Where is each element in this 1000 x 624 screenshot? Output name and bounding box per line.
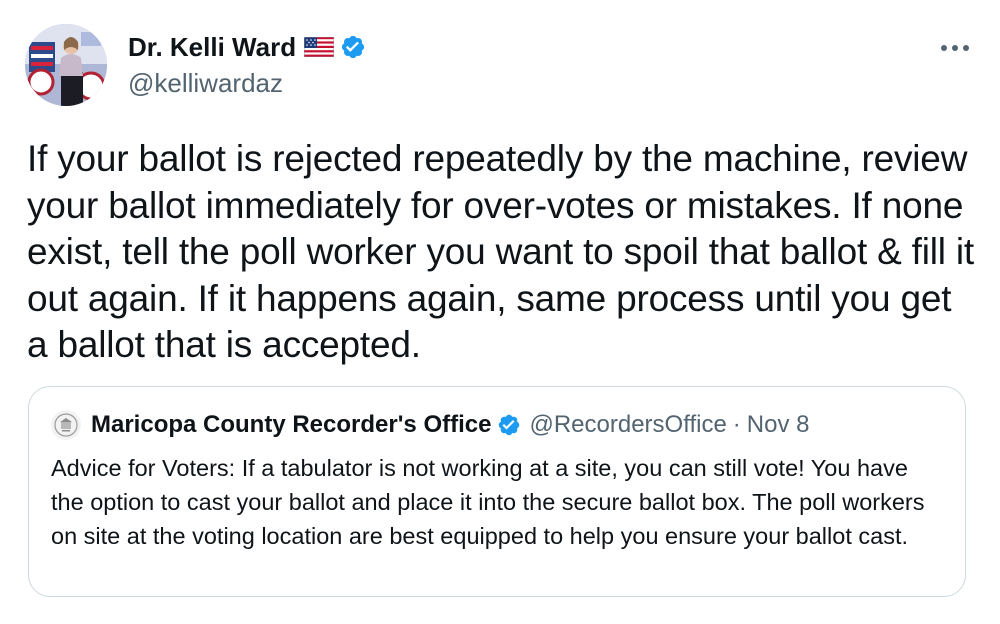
- quoted-author-handle[interactable]: @RecordersOffice: [529, 411, 726, 439]
- author-display-name[interactable]: Dr. Kelli Ward: [128, 30, 296, 64]
- author-info: Dr. Kelli Ward @kelliwardaz: [128, 30, 366, 110]
- quoted-tweet-text: Advice for Voters: If a tabulator is not…: [51, 455, 925, 549]
- quoted-tweet-date[interactable]: Nov 8: [747, 411, 810, 439]
- tweet-card: Dr. Kelli Ward @kelliwardaz If your ball…: [0, 0, 1000, 624]
- quoted-author-name[interactable]: Maricopa County Recorder's Office: [91, 411, 491, 439]
- author-name-row: Dr. Kelli Ward: [128, 30, 366, 64]
- author-avatar-image: [25, 24, 107, 106]
- more-options-icon: [941, 45, 969, 51]
- quoted-verified-badge-icon: [497, 413, 521, 437]
- quoted-tweet-header: Maricopa County Recorder's Office @Recor…: [51, 409, 810, 441]
- verified-badge-icon: [340, 34, 366, 60]
- author-avatar[interactable]: [25, 24, 107, 106]
- county-seal-icon: [51, 410, 81, 440]
- tweet-text: If your ballot is rejected repeatedly by…: [27, 138, 974, 365]
- quoted-author-avatar[interactable]: [51, 410, 81, 440]
- us-flag-icon: [303, 36, 335, 58]
- quoted-tweet[interactable]: Maricopa County Recorder's Office @Recor…: [28, 386, 966, 597]
- more-options-button[interactable]: [938, 36, 972, 60]
- author-handle[interactable]: @kelliwardaz: [128, 66, 366, 100]
- quoted-header-separator: ·: [732, 411, 741, 438]
